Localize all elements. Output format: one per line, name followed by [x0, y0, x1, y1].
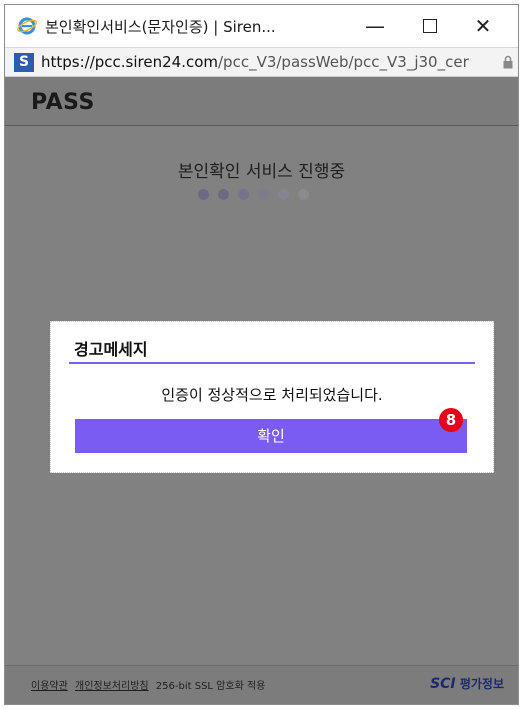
alert-dialog: 경고메세지 인증이 정상적으로 처리되었습니다. 확인 8: [50, 321, 494, 473]
internet-explorer-icon: [17, 17, 37, 35]
page-content: PASS 본인확인 서비스 진행중 경고메세지 인증이 정상적으로 처리되었습니…: [5, 77, 518, 704]
dialog-divider: [69, 362, 475, 364]
progress-dot: [278, 189, 289, 200]
step-number-badge: 8: [439, 408, 463, 432]
progress-dot: [258, 189, 269, 200]
minimize-button[interactable]: —: [355, 10, 395, 42]
dialog-title: 경고메세지: [74, 340, 148, 359]
url-path: /pcc_V3/passWeb/pcc_V3_j30_cer: [218, 53, 469, 71]
browser-window: 본인확인서비스(문자인증) | Siren... — ✕ S https://p…: [4, 4, 519, 705]
terms-link[interactable]: 이용약관: [31, 681, 68, 692]
maximize-button[interactable]: [410, 10, 450, 42]
title-bar: 본인확인서비스(문자인증) | Siren... — ✕: [5, 5, 518, 47]
confirm-button[interactable]: 확인: [75, 419, 467, 453]
lock-icon: [503, 55, 513, 69]
progress-dot: [298, 189, 309, 200]
ssl-notice: 256-bit SSL 암호화 적용: [155, 681, 266, 692]
footer-links: 이용약관 개인정보처리방침 256-bit SSL 암호화 적용: [31, 677, 265, 692]
progress-message: 본인확인 서비스 진행중: [177, 162, 346, 182]
pass-header: PASS: [5, 77, 518, 126]
url-text[interactable]: https://pcc.siren24.com/pcc_V3/passWeb/p…: [41, 53, 469, 71]
site-favicon-icon: S: [14, 53, 34, 72]
progress-dot: [198, 189, 209, 200]
minimize-icon: —: [365, 14, 385, 38]
address-bar[interactable]: S https://pcc.siren24.com/pcc_V3/passWeb…: [5, 47, 518, 77]
sci-logo-text: 평가정보: [459, 677, 504, 691]
sci-logo-mark: SCI: [430, 676, 456, 692]
progress-dot: [218, 189, 229, 200]
progress-dot: [238, 189, 249, 200]
close-icon: ✕: [474, 14, 492, 38]
sci-logo: SCI 평가정보: [430, 675, 504, 692]
privacy-link[interactable]: 개인정보처리방침: [75, 681, 149, 692]
window-title: 본인확인서비스(문자인증) | Siren...: [45, 18, 276, 36]
close-button[interactable]: ✕: [463, 10, 503, 42]
dialog-message: 인증이 정상적으로 처리되었습니다.: [161, 386, 383, 404]
url-host: https://pcc.siren24.com: [41, 53, 218, 71]
footer: 이용약관 개인정보처리방침 256-bit SSL 암호화 적용 SCI 평가정…: [5, 665, 518, 704]
pass-logo: PASS: [31, 90, 95, 115]
maximize-icon: [423, 19, 437, 33]
